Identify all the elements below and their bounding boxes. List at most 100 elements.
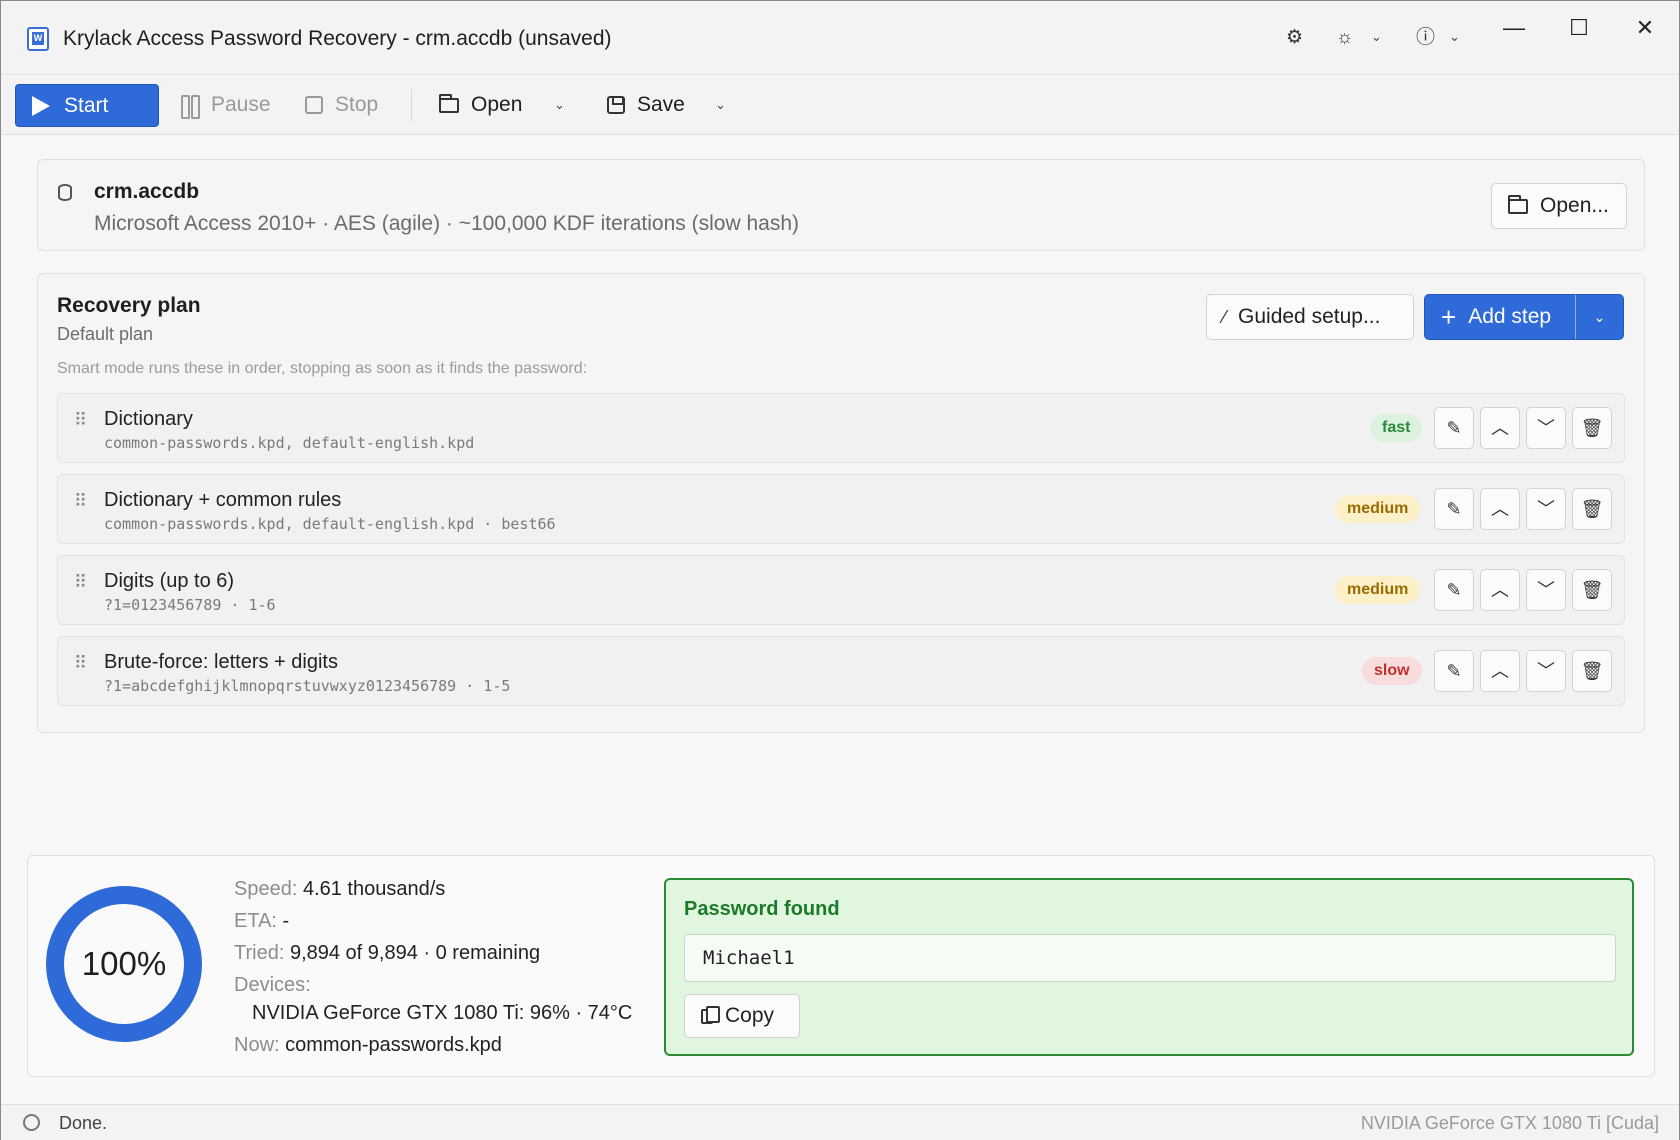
start-button[interactable]: Start (15, 84, 159, 127)
edit-step-button[interactable]: ✎ (1434, 407, 1474, 449)
password-field[interactable]: Michael1 (684, 934, 1616, 982)
status-text: Done. (59, 1113, 108, 1133)
chevron-down-icon: ﹀ (1537, 580, 1555, 600)
chevron-up-icon: ︿ (1491, 499, 1509, 519)
app-window: Krylack Access Password Recovery - crm.a… (0, 0, 1680, 1140)
sun-icon[interactable]: ☼ (1336, 27, 1353, 49)
plan-title: Recovery plan (57, 294, 201, 317)
drag-handle-icon[interactable]: ⠿ (74, 492, 87, 510)
move-up-button[interactable]: ︿ (1480, 650, 1520, 692)
step-name: Digits (up to 6) (104, 570, 235, 592)
status-panel: 100% Speed: 4.61 thousand/s ETA: - Tried… (27, 855, 1655, 1077)
progress-percent: 100% (81, 945, 167, 982)
play-icon (32, 95, 50, 116)
copy-button[interactable]: Copy (684, 994, 800, 1038)
speed-badge: fast (1370, 414, 1423, 442)
save-button[interactable]: Save (607, 93, 685, 117)
plan-step[interactable]: ⠿ Digits (up to 6) ?1=0123456789 · 1-6 m… (57, 555, 1625, 625)
open-label: Open (471, 93, 523, 116)
add-step-button[interactable]: + Add step (1425, 295, 1575, 339)
pause-icon (181, 95, 200, 119)
open-dropdown-chevron-icon[interactable]: ⌄ (554, 97, 565, 113)
plus-icon: + (1441, 302, 1457, 332)
toolbar-divider (411, 89, 412, 121)
move-up-button[interactable]: ︿ (1480, 569, 1520, 611)
stop-button[interactable]: Stop (305, 93, 378, 117)
status-circle-icon (23, 1114, 40, 1131)
window-title: Krylack Access Password Recovery - crm.a… (63, 27, 612, 50)
status-bar: Done. NVIDIA GeForce GTX 1080 Ti [Cuda] (1, 1104, 1679, 1140)
delete-step-button[interactable]: 🗑 (1572, 569, 1612, 611)
copy-icon (701, 1005, 720, 1024)
step-detail: common-passwords.kpd, default-english.kp… (104, 434, 475, 452)
chevron-up-icon: ︿ (1491, 418, 1509, 438)
move-up-button[interactable]: ︿ (1480, 407, 1520, 449)
file-open-button[interactable]: Open... (1491, 183, 1627, 229)
drag-handle-icon[interactable]: ⠿ (74, 573, 87, 591)
edit-step-button[interactable]: ✎ (1434, 569, 1474, 611)
move-down-button[interactable]: ﹀ (1526, 407, 1566, 449)
tried-value: 9,894 of 9,894 · 0 remaining (289, 942, 541, 964)
pencil-icon: ✎ (1446, 499, 1462, 519)
chevron-up-icon: ︿ (1491, 580, 1509, 600)
edit-step-button[interactable]: ✎ (1434, 650, 1474, 692)
trash-icon: 🗑 (1580, 499, 1604, 519)
stop-icon (305, 96, 323, 114)
minimize-button[interactable]: — (1484, 11, 1544, 45)
progress-ring: 100% (46, 886, 202, 1042)
chevron-down-icon: ﹀ (1537, 661, 1555, 681)
delete-step-button[interactable]: 🗑 (1572, 650, 1612, 692)
delete-step-button[interactable]: 🗑 (1572, 488, 1612, 530)
pencil-icon: ✎ (1446, 661, 1462, 681)
drag-handle-icon[interactable]: ⠿ (74, 411, 87, 429)
devices-stat: Devices: (234, 974, 311, 997)
maximize-button[interactable]: ☐ (1549, 11, 1609, 45)
tried-stat: Tried: 9,894 of 9,894 · 0 remaining (234, 942, 540, 965)
status-device: NVIDIA GeForce GTX 1080 Ti [Cuda] (1360, 1113, 1659, 1133)
save-dropdown-chevron-icon[interactable]: ⌄ (715, 97, 726, 113)
pause-label: Pause (211, 93, 271, 116)
drag-handle-icon[interactable]: ⠿ (74, 654, 87, 672)
step-name: Dictionary (104, 408, 193, 430)
save-icon (607, 96, 625, 114)
file-open-label: Open... (1540, 194, 1609, 217)
guided-setup-label: Guided setup... (1238, 305, 1381, 328)
edit-step-button[interactable]: ✎ (1434, 488, 1474, 530)
pause-button[interactable]: Pause (181, 93, 271, 119)
eta-value: - (282, 910, 290, 932)
plan-step[interactable]: ⠿ Brute-force: letters + digits ?1=abcde… (57, 636, 1625, 706)
help-icon[interactable]: ⓘ (1416, 27, 1435, 49)
devices-key: Devices: (234, 974, 311, 996)
delete-step-button[interactable]: 🗑 (1572, 407, 1612, 449)
move-down-button[interactable]: ﹀ (1526, 569, 1566, 611)
stop-label: Stop (335, 93, 379, 116)
step-name: Dictionary + common rules (104, 489, 342, 511)
chevron-down-icon[interactable]: ⌄ (1371, 29, 1382, 45)
plan-subtitle: Default plan (57, 324, 154, 344)
speed-badge: medium (1335, 495, 1421, 523)
speed-stat: Speed: 4.61 thousand/s (234, 878, 445, 901)
move-down-button[interactable]: ﹀ (1526, 650, 1566, 692)
plan-step[interactable]: ⠿ Dictionary + common rules common-passw… (57, 474, 1625, 544)
chevron-down-icon[interactable]: ⌄ (1449, 29, 1460, 45)
file-name: crm.accdb (94, 180, 200, 203)
move-down-button[interactable]: ﹀ (1526, 488, 1566, 530)
now-value: common-passwords.kpd (285, 1034, 502, 1056)
now-stat: Now: common-passwords.kpd (234, 1034, 502, 1057)
start-label: Start (64, 93, 109, 117)
plan-step[interactable]: ⠿ Dictionary common-passwords.kpd, defau… (57, 393, 1625, 463)
step-name: Brute-force: letters + digits (104, 651, 338, 673)
close-button[interactable]: ✕ (1615, 11, 1675, 45)
trash-icon: 🗑 (1580, 661, 1604, 681)
speed-value: 4.61 thousand/s (302, 878, 446, 900)
add-step-dropdown-chevron-icon[interactable]: ⌄ (1576, 309, 1623, 326)
step-detail: common-passwords.kpd, default-english.kp… (104, 515, 556, 533)
folder-icon (439, 93, 459, 113)
gear-icon[interactable]: ⚙ (1286, 27, 1303, 49)
move-up-button[interactable]: ︿ (1480, 488, 1520, 530)
open-button[interactable]: Open (439, 93, 522, 117)
guided-setup-button[interactable]: ⁄ Guided setup... (1206, 294, 1414, 340)
now-key: Now: (234, 1034, 280, 1056)
speed-badge: medium (1335, 576, 1421, 604)
device-line: NVIDIA GeForce GTX 1080 Ti: 96% · 74°C (252, 1002, 633, 1024)
